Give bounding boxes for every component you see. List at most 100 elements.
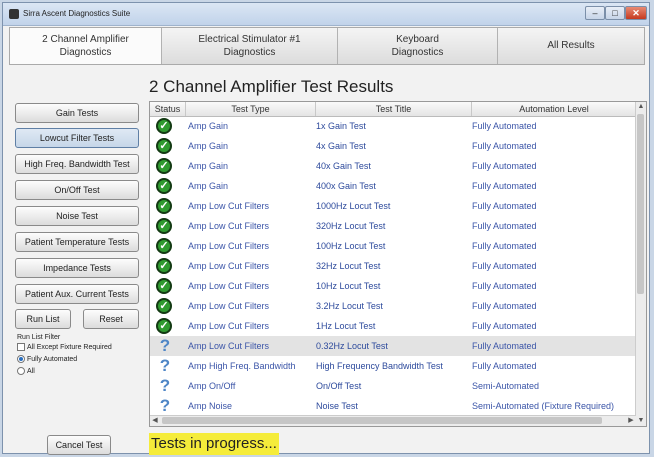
- automation-level-cell: Fully Automated: [472, 341, 537, 351]
- test-type-cell: Amp High Freq. Bandwidth: [188, 361, 296, 371]
- check-circle-icon: ✓: [156, 178, 172, 194]
- check-circle-icon: ✓: [156, 218, 172, 234]
- test-type-cell: Amp On/Off: [188, 381, 236, 391]
- scroll-right-icon[interactable]: ▶: [626, 416, 636, 426]
- test-title-cell: 1Hz Locut Test: [316, 321, 376, 331]
- column-header-status[interactable]: Status: [150, 102, 186, 116]
- automation-level-cell: Semi-Automated: [472, 381, 540, 391]
- check-circle-icon: ✓: [156, 278, 172, 294]
- check-circle-icon: ✓: [156, 198, 172, 214]
- test-type-cell: Amp Gain: [188, 141, 229, 151]
- tab-electrical-stimulator[interactable]: Electrical Stimulator #1 Diagnostics: [162, 28, 338, 64]
- reset-button[interactable]: Reset: [83, 309, 139, 329]
- check-circle-icon: ✓: [156, 158, 172, 174]
- automation-level-cell: Fully Automated: [472, 121, 537, 131]
- check-circle-icon: ✓: [156, 298, 172, 314]
- close-button[interactable]: ✕: [625, 6, 647, 20]
- question-mark-icon: ?: [159, 356, 171, 375]
- results-table[interactable]: Status Test Type Test Title Automation L…: [149, 101, 647, 427]
- filter-option-label: All: [27, 367, 35, 375]
- patient-aux-current-tests-button[interactable]: Patient Aux. Current Tests: [15, 284, 139, 304]
- scroll-down-icon[interactable]: ▼: [636, 416, 646, 426]
- radio-icon[interactable]: [17, 367, 25, 375]
- table-row[interactable]: ✓ Amp Low Cut Filters 320Hz Locut Test Full…: [150, 216, 636, 236]
- automation-level-cell: Fully Automated: [472, 241, 537, 251]
- table-row[interactable]: ? Amp Low Cut Filters 0.32Hz Locut Test Ful…: [150, 336, 636, 356]
- automation-level-cell: Semi-Automated (Fixture Required): [472, 401, 615, 411]
- run-list-filter-label: Run List Filter: [17, 334, 61, 341]
- automation-level-cell: Fully Automated: [472, 221, 537, 231]
- automation-level-cell: Fully Automated: [472, 201, 537, 211]
- scroll-up-icon[interactable]: ▲: [636, 102, 646, 112]
- check-circle-icon: ✓: [156, 118, 172, 134]
- test-title-cell: 3.2Hz Locut Test: [316, 301, 383, 311]
- scroll-left-icon[interactable]: ◀: [150, 416, 160, 426]
- table-row[interactable]: ✓ Amp Gain 4x Gain Test Fully Automated: [150, 136, 636, 156]
- automation-level-cell: Fully Automated: [472, 181, 537, 191]
- noise-test-button[interactable]: Noise Test: [15, 206, 139, 226]
- check-circle-icon: ✓: [156, 238, 172, 254]
- test-title-cell: 4x Gain Test: [316, 141, 366, 151]
- test-type-cell: Amp Gain: [188, 121, 229, 131]
- minimize-button[interactable]: –: [585, 6, 605, 20]
- column-header-automation-level[interactable]: Automation Level: [472, 102, 636, 116]
- test-title-cell: 100Hz Locut Test: [316, 241, 386, 251]
- tab-keyboard[interactable]: Keyboard Diagnostics: [338, 28, 498, 64]
- automation-level-cell: Fully Automated: [472, 361, 537, 371]
- table-row[interactable]: ? Amp High Freq. Bandwidth High Frequency …: [150, 356, 636, 376]
- question-mark-icon: ?: [159, 376, 171, 395]
- automation-level-cell: Fully Automated: [472, 301, 537, 311]
- filter-option-all[interactable]: All: [17, 367, 35, 376]
- high-freq-bandwidth-test-button[interactable]: High Freq. Bandwidth Test: [15, 154, 139, 174]
- question-mark-icon: ?: [159, 336, 171, 355]
- test-type-cell: Amp Gain: [188, 161, 229, 171]
- test-type-cell: Amp Low Cut Filters: [188, 321, 270, 331]
- window-title: Sirra Ascent Diagnostics Suite: [23, 9, 131, 18]
- table-row[interactable]: ✓ Amp Low Cut Filters 100Hz Locut Test Full…: [150, 236, 636, 256]
- column-header-test-title[interactable]: Test Title: [316, 102, 472, 116]
- automation-level-cell: Fully Automated: [472, 141, 537, 151]
- automation-level-cell: Fully Automated: [472, 281, 537, 291]
- table-row[interactable]: ✓ Amp Low Cut Filters 3.2Hz Locut Test Full…: [150, 296, 636, 316]
- scroll-thumb[interactable]: [162, 417, 602, 424]
- lowcut-filter-tests-button[interactable]: Lowcut Filter Tests: [15, 128, 139, 148]
- patient-temperature-tests-button[interactable]: Patient Temperature Tests: [15, 232, 139, 252]
- table-row[interactable]: ? Amp On/Off On/Off Test Semi-Automated: [150, 376, 636, 396]
- table-row[interactable]: ✓ Amp Low Cut Filters 1000Hz Locut Test Ful…: [150, 196, 636, 216]
- on-off-test-button[interactable]: On/Off Test: [15, 180, 139, 200]
- checkbox-icon[interactable]: [17, 343, 25, 351]
- test-type-cell: Amp Low Cut Filters: [188, 281, 270, 291]
- test-title-cell: 32Hz Locut Test: [316, 261, 381, 271]
- progress-status: Tests in progress...: [149, 433, 279, 455]
- table-row[interactable]: ✓ Amp Gain 40x Gain Test Fully Automated: [150, 156, 636, 176]
- vertical-scrollbar[interactable]: ▲ ▼: [635, 102, 646, 426]
- table-row[interactable]: ✓ Amp Gain 400x Gain Test Fully Automated: [150, 176, 636, 196]
- filter-option-fully-automated[interactable]: Fully Automated: [17, 355, 77, 364]
- tab-bar: 2 Channel Amplifier Diagnostics Electric…: [9, 27, 645, 65]
- column-header-test-type[interactable]: Test Type: [186, 102, 316, 116]
- table-row[interactable]: ✓ Amp Low Cut Filters 32Hz Locut Test Fully…: [150, 256, 636, 276]
- app-window: Sirra Ascent Diagnostics Suite – □ ✕ 2 C…: [2, 2, 650, 455]
- run-list-button[interactable]: Run List: [15, 309, 71, 329]
- gain-tests-button[interactable]: Gain Tests: [15, 103, 139, 123]
- maximize-button[interactable]: □: [605, 6, 625, 20]
- horizontal-scrollbar[interactable]: ◀ ▶: [150, 415, 636, 426]
- table-row[interactable]: ✓ Amp Low Cut Filters 10Hz Locut Test Fully…: [150, 276, 636, 296]
- table-row[interactable]: ✓ Amp Gain 1x Gain Test Fully Automated: [150, 116, 636, 136]
- scroll-thumb[interactable]: [637, 114, 644, 294]
- tab-2-channel-amplifier[interactable]: 2 Channel Amplifier Diagnostics: [10, 28, 162, 64]
- test-type-cell: Amp Noise: [188, 401, 233, 411]
- test-title-cell: 10Hz Locut Test: [316, 281, 381, 291]
- test-title-cell: Noise Test: [316, 401, 358, 411]
- test-type-cell: Amp Low Cut Filters: [188, 201, 270, 211]
- table-row[interactable]: ✓ Amp Low Cut Filters 1Hz Locut Test Fully …: [150, 316, 636, 336]
- tab-all-results[interactable]: All Results: [498, 28, 644, 64]
- check-circle-icon: ✓: [156, 138, 172, 154]
- radio-selected-icon[interactable]: [17, 355, 25, 363]
- impedance-tests-button[interactable]: Impedance Tests: [15, 258, 139, 278]
- cancel-test-button[interactable]: Cancel Test: [47, 435, 111, 455]
- test-title-cell: On/Off Test: [316, 381, 362, 391]
- table-row[interactable]: ? Amp Noise Noise Test Semi-Automated (Fixt…: [150, 396, 636, 416]
- filter-option-all-except-fixture[interactable]: All Except Fixture Required: [17, 343, 112, 352]
- test-title-cell: 400x Gain Test: [316, 181, 376, 191]
